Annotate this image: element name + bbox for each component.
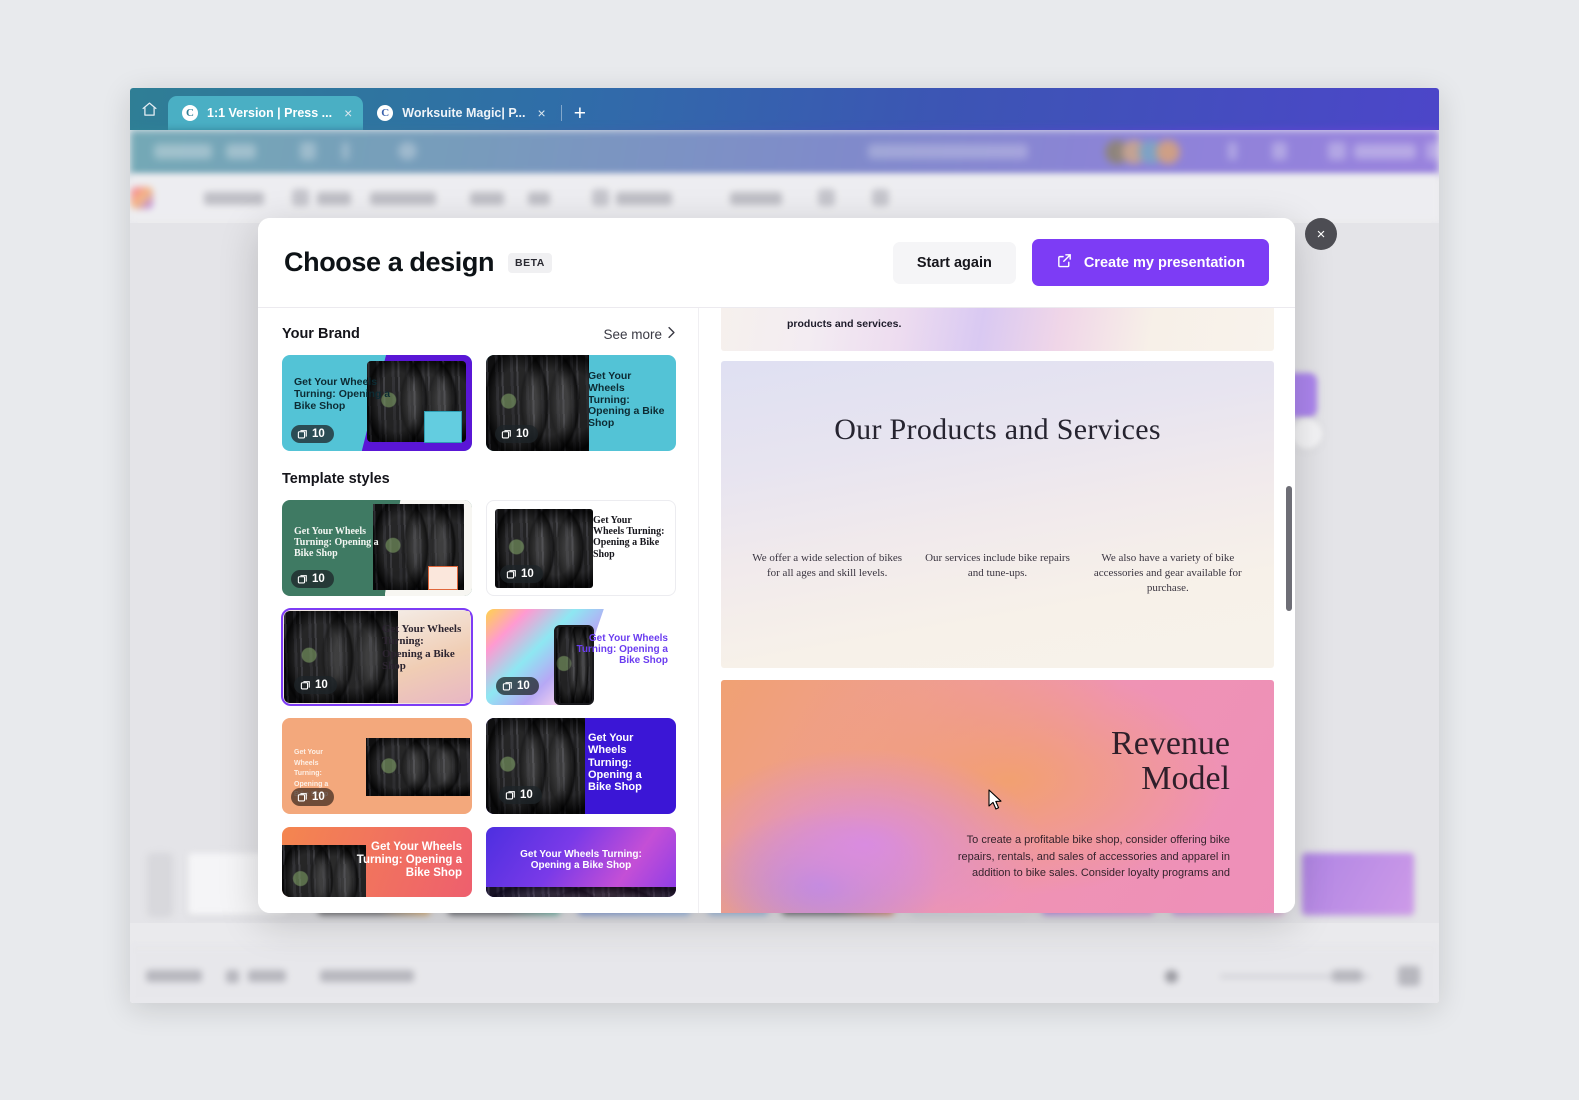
beta-badge: BETA — [508, 253, 552, 273]
slide-count-badge: 10 — [500, 565, 543, 583]
template-card-title: Get Your Wheels Turning: Opening a Bike … — [572, 633, 668, 667]
preview-slide-2[interactable]: Our Products and Services We offer a wid… — [721, 361, 1274, 668]
slide-count-badge: 10 — [291, 570, 334, 588]
preview-slide-1[interactable]: products and services. — [721, 308, 1274, 351]
your-brand-section-header: Your Brand See more — [282, 326, 676, 342]
slide-count-value: 10 — [516, 428, 529, 440]
tab-title: Worksuite Magic| P... — [402, 106, 525, 120]
template-card-title: Get Your Wheels Turning: Opening a Bike … — [593, 515, 665, 560]
template-card-title: Get Your Wheels Turning: Opening a Bike … — [294, 377, 399, 412]
template-card-title: Get Your Wheels Turning: Opening a Bike … — [588, 371, 666, 430]
slide-count-badge: 10 — [291, 425, 334, 443]
template-card-selected[interactable]: Get Your Wheels Turning: Opening a Bike … — [282, 609, 472, 705]
template-card[interactable]: Get Your Wheels Turning: Opening a Bike … — [486, 827, 676, 897]
slide-count-value: 10 — [312, 573, 325, 585]
slide-3-title-line-1: Revenue — [1111, 726, 1230, 761]
browser-tab-2[interactable]: C Worksuite Magic| P... × — [363, 96, 556, 130]
see-more-label: See more — [603, 327, 662, 342]
tab-divider — [561, 105, 562, 121]
tab-title: 1:1 Version | Press ... — [207, 106, 332, 120]
template-card[interactable]: Get Your Wheels Turning: Opening a Bike … — [282, 355, 472, 451]
template-styles-title: Template styles — [282, 471, 390, 487]
preview-scrollbar[interactable] — [1286, 486, 1292, 611]
template-card[interactable]: Get Your Wheels Turning: Opening a Bike … — [486, 609, 676, 705]
template-card-title: Get Your Wheels Turning: Opening a Bike … — [382, 623, 466, 672]
slide-3-body: To create a profitable bike shop, consid… — [940, 832, 1230, 882]
slide-count-value: 10 — [517, 680, 530, 692]
slide-2-column-2: Our services include bike repairs and tu… — [921, 551, 1073, 597]
create-button-label: Create my presentation — [1084, 255, 1245, 271]
tab-close-icon[interactable]: × — [341, 104, 355, 122]
external-link-icon — [1056, 252, 1073, 273]
your-brand-card-grid: Get Your Wheels Turning: Opening a Bike … — [282, 355, 676, 451]
tab-favicon: C — [377, 105, 393, 121]
slide-count-value: 10 — [520, 789, 533, 801]
start-again-button[interactable]: Start again — [893, 242, 1016, 284]
slide-2-column-1: We offer a wide selection of bikes for a… — [751, 551, 903, 597]
template-styles-section-header: Template styles — [282, 471, 676, 487]
slide-count-value: 10 — [521, 568, 534, 580]
template-styles-card-grid: Get Your Wheels Turning: Opening a Bike … — [282, 500, 676, 897]
template-card[interactable]: Get Your Wheels Turning: Opening a Bike … — [282, 718, 472, 814]
template-card-title: Get Your Wheels Turning: Opening a Bike … — [344, 841, 462, 880]
create-my-presentation-button[interactable]: Create my presentation — [1032, 239, 1269, 286]
slide-count-badge: 10 — [294, 676, 337, 694]
your-brand-title: Your Brand — [282, 326, 360, 342]
template-card-title: Get Your Wheels Turning: Opening a Bike … — [294, 526, 394, 560]
home-icon[interactable] — [130, 88, 168, 130]
slide-count-badge: 10 — [496, 677, 539, 695]
slide-1-body: products and services. — [787, 318, 901, 330]
slide-count-value: 10 — [312, 428, 325, 440]
slide-2-columns: We offer a wide selection of bikes for a… — [751, 551, 1244, 597]
modal-body: Your Brand See more Get Your Whee — [258, 308, 1295, 913]
page-title: Choose a design — [284, 247, 494, 278]
browser-window: C 1:1 Version | Press ... × C Worksuite … — [130, 88, 1439, 1003]
tab-close-icon[interactable]: × — [535, 104, 549, 122]
slide-count-badge: 10 — [291, 788, 334, 806]
preview-slide-3[interactable]: Revenue Model To create a profitable bik… — [721, 680, 1274, 913]
chevron-right-icon — [667, 326, 676, 342]
slide-2-title: Our Products and Services — [721, 413, 1274, 447]
close-icon[interactable]: × — [1305, 218, 1337, 250]
slide-count-value: 10 — [312, 791, 325, 803]
choose-a-design-modal: Choose a design BETA Start again Create … — [258, 218, 1295, 913]
template-card[interactable]: Get Your Wheels Turning: Opening a Bike … — [282, 827, 472, 897]
template-card-title: Get Your Wheels Turning: Opening a Bike … — [588, 732, 666, 794]
see-more-link[interactable]: See more — [603, 326, 676, 342]
modal-header-actions: Start again Create my presentation — [893, 239, 1269, 286]
design-preview-column[interactable]: products and services. Our Products and … — [698, 308, 1295, 913]
slide-2-column-3: We also have a variety of bike accessori… — [1092, 551, 1244, 597]
slide-count-badge: 10 — [495, 425, 538, 443]
slide-count-badge: 10 — [499, 786, 542, 804]
tab-favicon: C — [182, 105, 198, 121]
template-picker-column[interactable]: Your Brand See more Get Your Whee — [258, 308, 698, 913]
new-tab-button[interactable]: + — [568, 103, 596, 130]
modal-header: Choose a design BETA Start again Create … — [258, 218, 1295, 308]
browser-tab-strip: C 1:1 Version | Press ... × C Worksuite … — [130, 88, 1439, 130]
template-card[interactable]: Get Your Wheels Turning: Opening a Bike … — [486, 718, 676, 814]
slide-3-title: Revenue Model — [1111, 726, 1230, 797]
template-card[interactable]: Get Your Wheels Turning: Opening a Bike … — [282, 500, 472, 596]
template-card[interactable]: Get Your Wheels Turning: Opening a Bike … — [486, 355, 676, 451]
browser-tab-1[interactable]: C 1:1 Version | Press ... × — [168, 96, 363, 130]
template-card[interactable]: Get Your Wheels Turning: Opening a Bike … — [486, 500, 676, 596]
slide-3-title-line-2: Model — [1111, 761, 1230, 796]
slide-count-value: 10 — [315, 679, 328, 691]
template-card-title: Get Your Wheels Turning: Opening a Bike … — [500, 849, 662, 871]
